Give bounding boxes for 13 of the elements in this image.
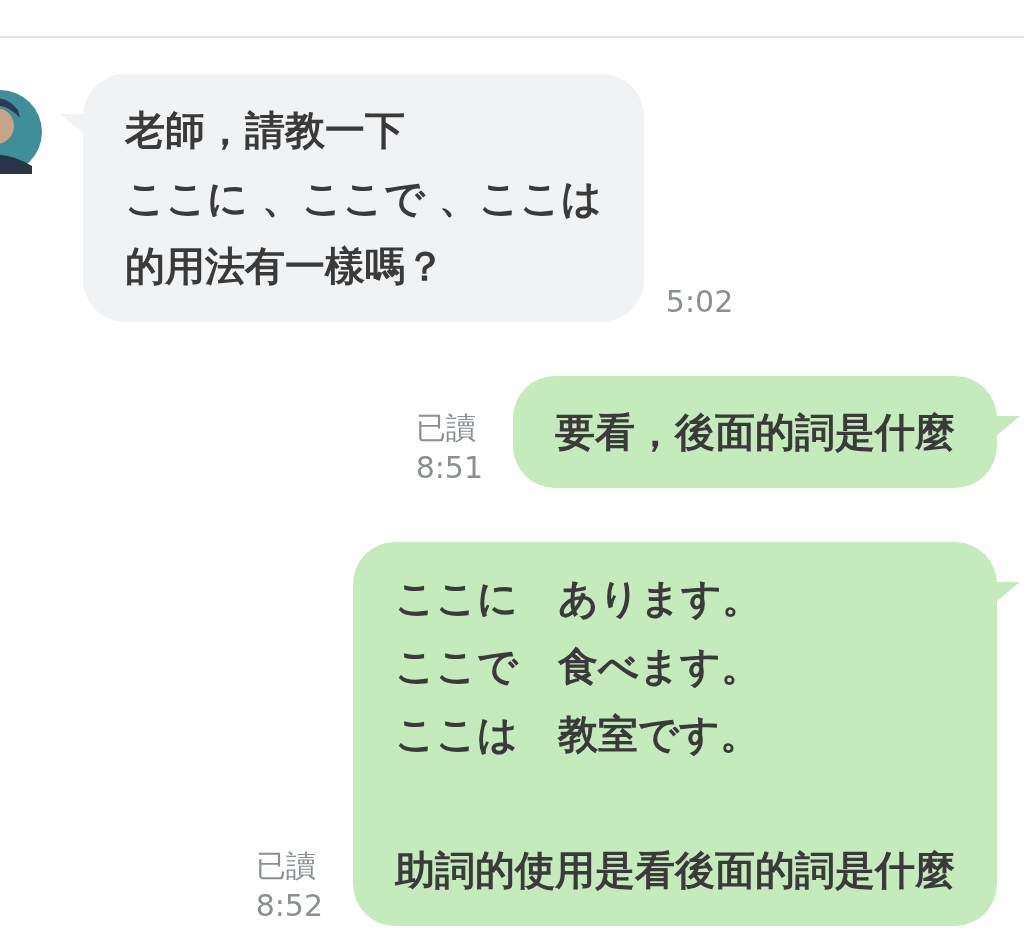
message-text: ここに あります。 xyxy=(395,574,763,623)
message-text: 老師，請教一下 xyxy=(125,106,406,155)
message-text: ここは 教室です。 xyxy=(395,710,761,759)
message-time: 8:51 xyxy=(415,449,483,487)
message-text: 助詞的使用是看後面的詞是什麼 xyxy=(395,846,955,895)
message-time: 5:02 xyxy=(665,283,734,321)
message-text: ここに 、ここで 、ここは xyxy=(125,174,602,223)
message-time: 8:52 xyxy=(255,887,323,925)
read-receipt: 已讀 xyxy=(415,409,476,447)
message-text: ここで 食べます。 xyxy=(395,642,762,691)
message-text: 要看，後面的詞是什麼 xyxy=(555,408,955,457)
message-text: 的用法有一樣嗎？ xyxy=(125,242,446,291)
read-receipt: 已讀 xyxy=(255,847,316,885)
